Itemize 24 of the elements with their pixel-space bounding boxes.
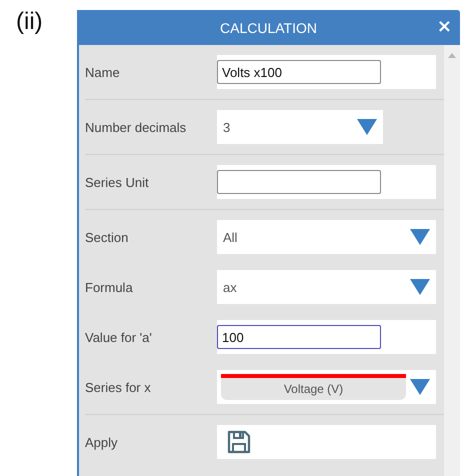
field-label: Section xyxy=(85,230,130,244)
dropdown[interactable]: All xyxy=(217,220,436,254)
dropdown[interactable]: 3 xyxy=(217,110,383,144)
field-label: Name xyxy=(85,64,121,80)
field-label: Number decimals xyxy=(85,120,188,134)
figure-label: (ii) xyxy=(15,7,44,37)
field-label: Formula xyxy=(85,280,134,294)
close-button[interactable]: × xyxy=(434,17,454,37)
input-field[interactable]: 100 xyxy=(217,325,381,349)
input-field[interactable]: Volts x100 xyxy=(217,60,381,84)
field-label: Apply xyxy=(85,434,119,450)
dropdown-arrow-icon[interactable] xyxy=(410,279,430,295)
save-icon[interactable] xyxy=(227,429,251,455)
dialog-title: CALCULATION xyxy=(220,20,317,36)
scrollbar[interactable] xyxy=(444,45,460,476)
dropdown-arrow-icon[interactable] xyxy=(410,229,430,245)
dropdown[interactable]: ax xyxy=(217,270,436,304)
field-label: Series Unit xyxy=(85,174,150,190)
series-button[interactable]: Voltage (V) xyxy=(221,374,406,400)
dropdown-arrow-icon[interactable] xyxy=(357,119,377,135)
field-label: Value for 'a' xyxy=(85,330,153,344)
dropdown-arrow-icon[interactable] xyxy=(410,379,430,395)
field-label: Series for x xyxy=(85,380,152,394)
input-field[interactable] xyxy=(217,170,381,194)
